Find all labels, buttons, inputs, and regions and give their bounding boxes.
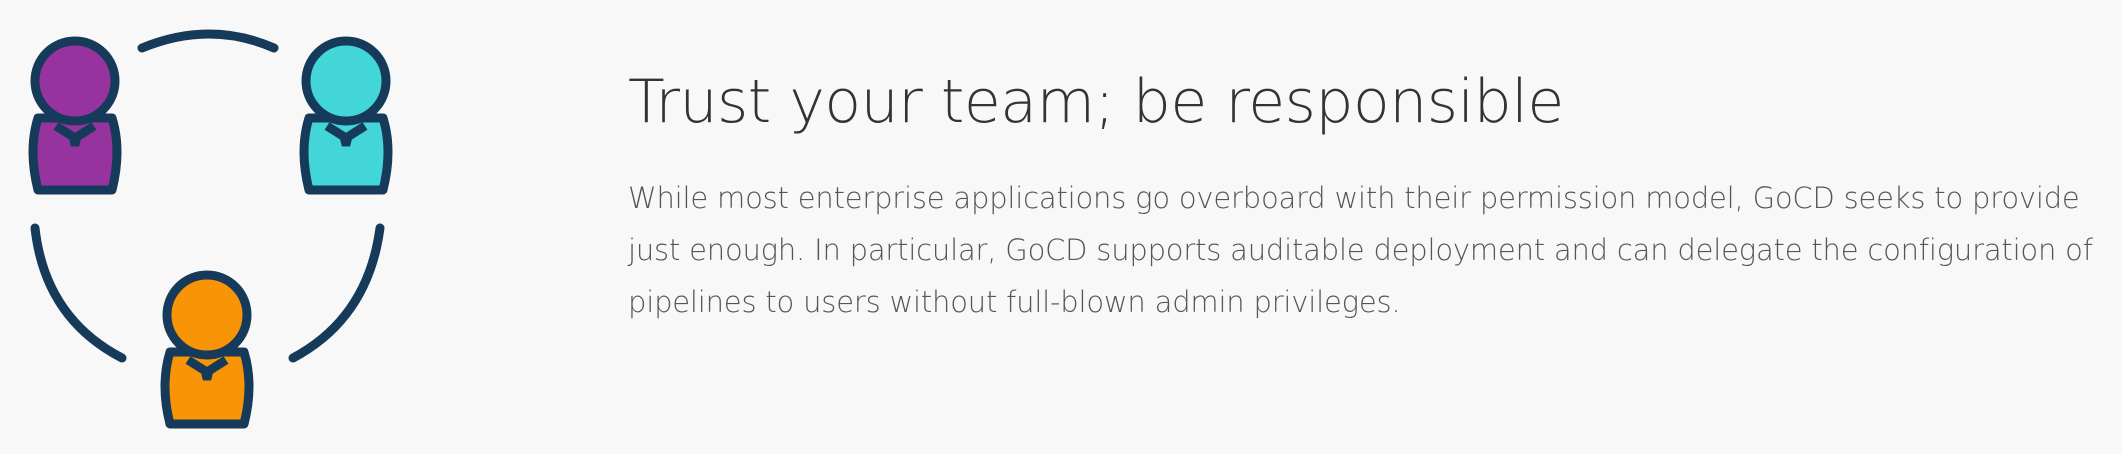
connector-arc-top	[137, 29, 279, 53]
team-collaboration-icon	[28, 29, 393, 429]
feature-description: While most enterprise applications go ov…	[628, 181, 2093, 319]
feature-title: Trust your team; be responsible	[628, 67, 1564, 137]
feature-content: Trust your team; be responsible While mo…	[628, 64, 2108, 328]
connector-arc-right	[288, 223, 385, 363]
person-left-icon	[28, 36, 122, 195]
person-right-icon	[299, 36, 393, 195]
person-bottom-icon	[160, 270, 254, 429]
connector-arc-left	[30, 223, 127, 363]
team-illustration	[0, 0, 420, 454]
